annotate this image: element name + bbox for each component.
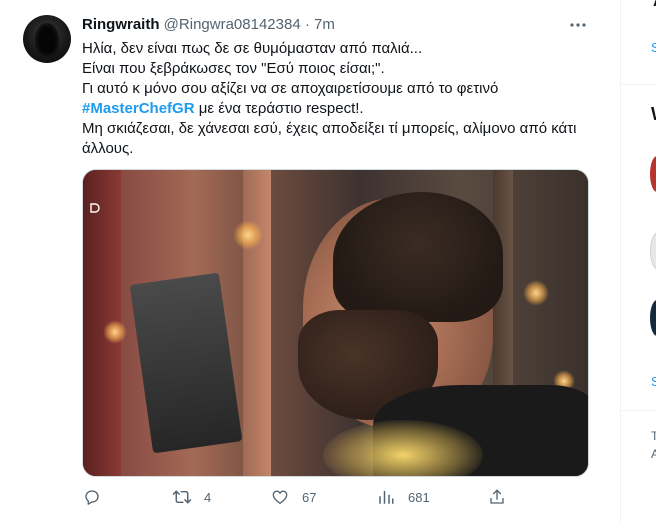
suggested-avatar[interactable] xyxy=(650,232,656,270)
photo-hair xyxy=(333,192,503,322)
tweet-line: #MasterChefGR με ένα τεράστιο respect!. xyxy=(82,99,592,119)
tweet-line: Είναι που ξεβράκωσες τον "Εσύ ποιος είσα… xyxy=(82,60,385,77)
hashtag-link[interactable]: #MasterChefGR xyxy=(82,100,195,117)
tweet-header: Ringwraith @Ringwra08142384 · 7m xyxy=(82,15,335,35)
media-badge-icon xyxy=(89,202,101,214)
like-heart-icon xyxy=(270,487,290,507)
reply-icon xyxy=(82,487,102,507)
separator: · xyxy=(304,16,310,33)
sidebar-fragment: W xyxy=(651,105,656,123)
share-icon xyxy=(487,487,507,507)
display-name[interactable]: Ringwraith xyxy=(82,16,160,33)
photo-light xyxy=(523,280,549,306)
right-sidebar: A S W S T A xyxy=(621,0,656,522)
sidebar-fragment[interactable]: T xyxy=(651,428,656,444)
avatar-figure xyxy=(35,23,59,57)
avatar[interactable] xyxy=(23,15,71,63)
like-count: 67 xyxy=(302,489,317,505)
sidebar-fragment[interactable]: S xyxy=(651,374,656,390)
reply-button[interactable] xyxy=(82,486,114,508)
more-horizontal-icon[interactable] xyxy=(566,15,590,35)
suggested-avatar[interactable] xyxy=(650,156,656,192)
tweet-line: Μη σκιάζεσαι, δε χάνεσαι εσύ, έχεις αποδ… xyxy=(82,120,577,157)
divider xyxy=(621,84,656,85)
sidebar-fragment[interactable]: S xyxy=(651,40,656,56)
tweet-line: Ηλία, δεν είναι πως δε σε θυμόμασταν από… xyxy=(82,40,423,57)
tweet-photo[interactable] xyxy=(82,169,589,477)
views-count: 681 xyxy=(408,489,430,505)
tweet-card[interactable]: Ringwraith @Ringwra08142384 · 7m Ηλία, δ… xyxy=(0,0,621,522)
like-button[interactable]: 67 xyxy=(270,486,316,508)
photo-light xyxy=(103,320,127,344)
tweet-line-rest: με ένα τεράστιο respect!. xyxy=(194,100,364,117)
suggested-avatar[interactable] xyxy=(650,300,656,336)
tweet-actions: 4 67 681 xyxy=(82,486,592,510)
timestamp[interactable]: 7m xyxy=(314,16,335,33)
photo-light xyxy=(233,220,263,250)
tweet-text: Ηλία, δεν είναι πως δε σε θυμόμασταν από… xyxy=(82,39,592,159)
handle[interactable]: @Ringwra08142384 xyxy=(164,16,301,33)
divider xyxy=(621,410,656,411)
views-button[interactable]: 681 xyxy=(376,486,430,508)
retweet-button[interactable]: 4 xyxy=(172,486,211,508)
photo-pillar xyxy=(243,170,271,476)
sidebar-fragment[interactable]: A xyxy=(651,446,656,462)
retweet-icon xyxy=(172,487,192,507)
retweet-count: 4 xyxy=(204,489,212,505)
views-bar-chart-icon xyxy=(376,487,396,507)
share-button[interactable] xyxy=(487,486,507,508)
tweet-line: Γι αυτό κ μόνο σου αξίζει να σε αποχαιρε… xyxy=(82,80,499,97)
